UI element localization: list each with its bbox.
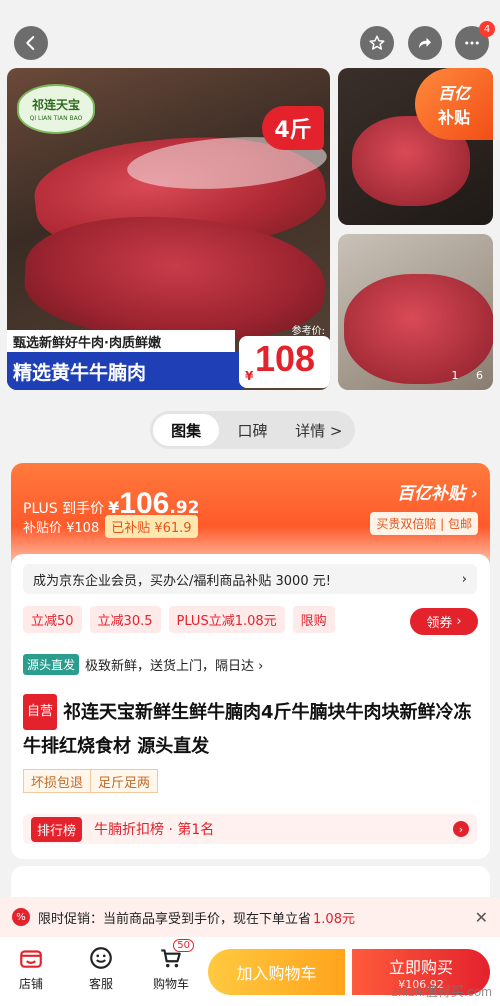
arrow-circle-icon: › [453,821,469,837]
watermark: zhizhi值得买.com [391,984,492,999]
self-operated-tag: 自营 [23,694,58,730]
image-counter-total: 6 [476,369,483,382]
subsidy-brand-label[interactable]: 百亿补贴 › [358,479,478,504]
product-info-card: 成为京东企业会员，买办公/福利商品补贴 3000 元! › 立减50 立减30.… [11,554,490,859]
origin-text: 极致新鲜，送货上门，隔日达 › [85,659,264,674]
store-button[interactable]: 店铺 [6,945,56,992]
content-tabs: 图集 口碑 详情 > [150,411,355,449]
image-title-banner: 精选黄牛牛腩肉 [7,352,243,390]
guarantee-badge: 买贵双倍赔 | 包邮 [370,512,478,535]
gallery-thumbnail[interactable]: 1 6 [338,234,493,390]
subsidy-corner-line2: 补贴 [437,108,470,127]
product-title: 自营 祁连天宝新鲜生鲜牛腩肉4斤牛腩块牛肉块新鲜冷冻牛排红烧食材 源头直发 [23,694,479,764]
main-product-image[interactable]: 祁连天宝 QI LIAN TIAN BAO 4斤 甄选新鲜好牛肉·肉质鲜嫩 精选… [7,68,330,390]
get-coupon-label: 领券 [426,616,453,631]
brand-logo: 祁连天宝 QI LIAN TIAN BAO [17,84,95,134]
image-gallery[interactable]: 祁连天宝 QI LIAN TIAN BAO 4斤 甄选新鲜好牛肉·肉质鲜嫩 精选… [0,68,500,393]
chevron-right-icon: › [461,571,467,587]
share-button[interactable] [408,26,442,60]
top-nav: 4 [0,0,500,70]
coupon-tag[interactable]: 立减30.5 [89,606,161,633]
tab-gallery[interactable]: 图集 [153,414,220,446]
member-text: 成为京东企业会员，买办公/福利商品补贴 3000 元! [33,573,331,589]
origin-tag: 源头直发 [23,654,80,675]
product-title-text: 祁连天宝新鲜生鲜牛腩肉4斤牛腩块牛肉块新鲜冷冻牛排红烧食材 源头直发 [23,702,472,757]
cart-count-badge: 50 [173,939,194,952]
brand-logo-sub: QI LIAN TIAN BAO [29,115,83,122]
subsidy-amount-chip: 已补贴 ¥61.9 [105,515,198,538]
cart-label: 购物车 [152,977,189,991]
subsidy-brand[interactable]: 百亿补贴 › 买贵双倍赔 | 包邮 [358,479,478,535]
service-tags: 坏损包退 足斤足两 [23,769,159,793]
ranking-badge: 排行榜 [31,816,83,842]
add-to-cart-button[interactable]: 加入购物车 [208,949,345,995]
star-icon [369,35,385,50]
customer-service-button[interactable]: 客服 [76,945,126,992]
coupon-list: 立减50 立减30.5 PLUS立减1.08元 限购 [23,606,335,633]
favorite-button[interactable] [360,26,394,60]
ranking-text: 牛腩折扣榜 · 第1名 [94,822,215,838]
image-slogan: 甄选新鲜好牛肉·肉质鲜嫩 [7,330,235,352]
discount-icon: % [12,908,30,926]
promo-bar[interactable]: % 限时促销：当前商品享受到手价，现在下单立省 1.08元 ✕ [0,897,500,937]
share-icon [419,37,431,49]
gallery-thumbnail[interactable]: 百亿 补贴 [338,68,493,225]
reference-price-value: 108 [255,338,316,379]
subsidy-price-row: 补贴价 ¥108 已补贴 ¥61.9 [23,515,198,538]
tab-details[interactable]: 详情 > [286,414,352,446]
brand-logo-text: 祁连天宝 [31,98,80,112]
promo-text: 限时促销：当前商品享受到手价，现在下单立省 [38,911,312,927]
coupon-tag[interactable]: 立减50 [23,606,82,633]
tab-reviews[interactable]: 口碑 [219,414,285,446]
cart-icon-wrap: 50 [158,939,194,971]
more-button[interactable]: 4 [455,21,495,60]
enterprise-member-banner[interactable]: 成为京东企业会员，买办公/福利商品补贴 3000 元! › [23,564,477,594]
cart-button[interactable]: 50 购物车 [146,939,196,992]
more-dots-icon [465,41,479,45]
more-badge: 4 [479,21,495,37]
store-label: 店铺 [18,977,43,991]
meat-illustration [344,274,493,384]
promo-save-amount: 1.08元 [313,911,355,927]
chevron-left-icon [26,36,35,50]
reference-price-yen: ¥ [245,369,254,383]
service-label: 客服 [88,977,113,991]
service-tag: 足斤足两 [91,769,159,793]
subsidy-price-label: 补贴价 ¥108 [23,521,100,536]
service-tag: 坏损包退 [23,769,92,793]
image-counter-current: 1 [451,369,459,382]
coupon-tag[interactable]: 限购 [292,606,335,633]
image-counter: 1 6 [452,369,484,382]
subsidy-corner-line1: 百亿 [437,84,470,103]
reference-price: 参考价: 108 ¥ [239,326,330,388]
store-icon [20,950,42,968]
origin-shipping-row[interactable]: 源头直发 极致新鲜，送货上门，隔日达 › [23,654,263,675]
chevron-right-icon: › [456,614,462,629]
ranking-row[interactable]: 排行榜 牛腩折扣榜 · 第1名 › [23,814,477,844]
coupon-tag[interactable]: PLUS立减1.08元 [168,606,285,633]
get-coupon-button[interactable]: 领券 › [410,608,478,635]
bottom-action-bar: 店铺 客服 50 购物车 加入购物车 立即购买 ¥106.92 zhizhi值得… [0,937,500,1006]
chat-smile-icon [90,947,112,969]
subsidy-corner-badge: 百亿 补贴 [415,68,493,140]
weight-tag: 4斤 [262,106,324,150]
reference-price-label: 参考价: [291,326,325,337]
close-icon[interactable]: ✕ [475,908,488,927]
back-button[interactable] [14,26,48,60]
buy-now-label: 立即购买 [388,957,453,977]
